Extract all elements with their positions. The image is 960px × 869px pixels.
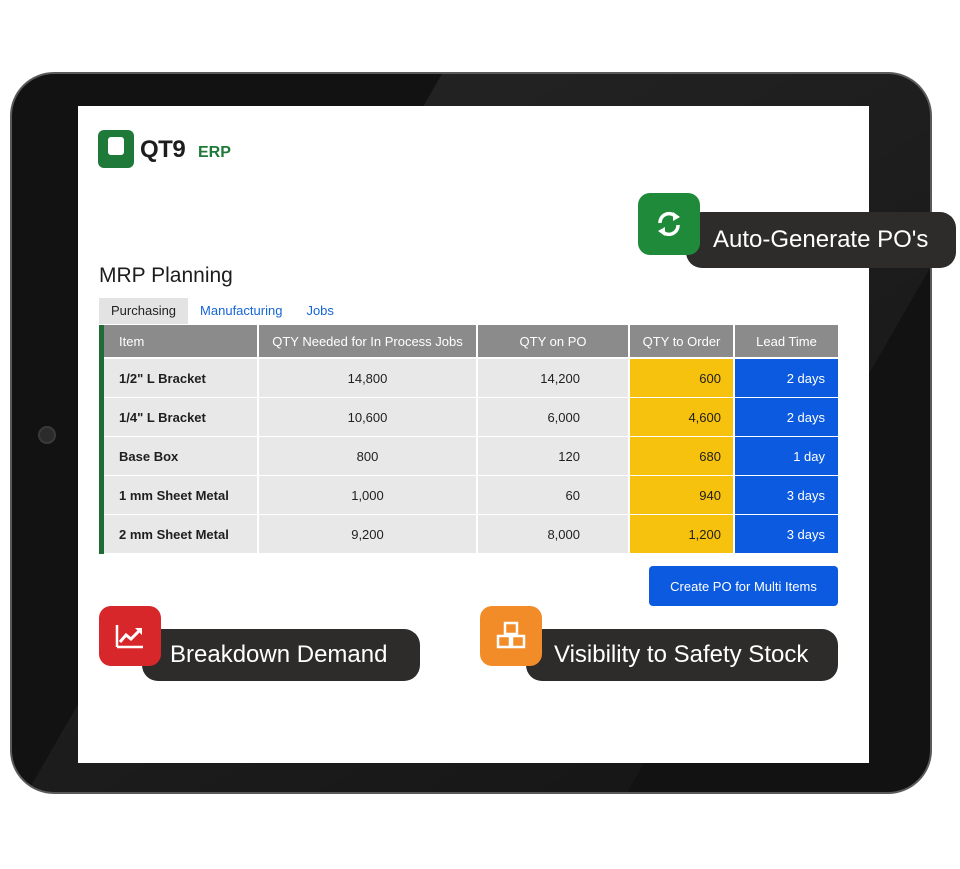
column-header-qty-on-po[interactable]: QTY on PO [478,325,628,357]
table-row[interactable]: 1 mm Sheet Metal 1,000 60 940 3 days [104,476,844,514]
cell-lead-time: 3 days [735,515,838,553]
column-header-item[interactable]: Item [104,325,257,357]
cell-qty-to-order: 4,600 [630,398,733,436]
cell-lead-time: 1 day [735,437,838,475]
cell-qty-to-order: 600 [630,359,733,397]
logo-suffix: ERP [198,144,231,161]
logo-text: QT9 [140,136,186,163]
qt9-logo-mark-icon [98,130,134,168]
cell-qty-needed: 14,800 [259,359,476,397]
cell-qty-on-po: 60 [478,476,628,514]
tab-bar: Purchasing Manufacturing Jobs [99,298,346,324]
cell-qty-on-po: 120 [478,437,628,475]
cell-qty-to-order: 1,200 [630,515,733,553]
cell-item: 2 mm Sheet Metal [104,515,257,553]
page-title: MRP Planning [99,264,233,287]
cell-qty-needed: 10,600 [259,398,476,436]
camera-lens [38,426,56,444]
breakdown-demand-callout: Breakdown Demand [142,629,420,681]
cell-qty-needed: 9,200 [259,515,476,553]
cell-lead-time: 2 days [735,359,838,397]
cell-qty-needed: 1,000 [259,476,476,514]
cell-item: 1 mm Sheet Metal [104,476,257,514]
cell-item: Base Box [104,437,257,475]
column-header-lead-time[interactable]: Lead Time [735,325,838,357]
cell-item: 1/4" L Bracket [104,398,257,436]
qt9-logo: QT9 ERP [98,130,238,172]
table-header-row: Item QTY Needed for In Process Jobs QTY … [104,325,844,357]
mrp-table: Item QTY Needed for In Process Jobs QTY … [99,325,844,554]
create-po-button[interactable]: Create PO for Multi Items [649,566,838,606]
callout-label: Breakdown Demand [170,641,388,668]
cell-qty-on-po: 8,000 [478,515,628,553]
tab-manufacturing[interactable]: Manufacturing [188,298,294,324]
safety-stock-callout: Visibility to Safety Stock [526,629,838,681]
column-header-qty-needed[interactable]: QTY Needed for In Process Jobs [259,325,476,357]
cell-qty-to-order: 680 [630,437,733,475]
cell-qty-on-po: 6,000 [478,398,628,436]
cell-qty-on-po: 14,200 [478,359,628,397]
auto-generate-po-callout: Auto-Generate PO's [686,212,956,268]
cell-lead-time: 3 days [735,476,838,514]
callout-label: Auto-Generate PO's [713,226,929,253]
column-header-qty-to-order[interactable]: QTY to Order [630,325,733,357]
table-row[interactable]: 2 mm Sheet Metal 9,200 8,000 1,200 3 day… [104,515,844,553]
table-row[interactable]: 1/4" L Bracket 10,600 6,000 4,600 2 days [104,398,844,436]
trending-chart-icon [99,606,161,666]
cell-item: 1/2" L Bracket [104,359,257,397]
tab-purchasing[interactable]: Purchasing [99,298,189,324]
cell-qty-needed: 800 [259,437,476,475]
table-row[interactable]: Base Box 800 120 680 1 day [104,437,844,475]
cell-lead-time: 2 days [735,398,838,436]
tab-jobs[interactable]: Jobs [294,298,345,324]
table-row[interactable]: 1/2" L Bracket 14,800 14,200 600 2 days [104,359,844,397]
callout-label: Visibility to Safety Stock [554,641,809,668]
cell-qty-to-order: 940 [630,476,733,514]
boxes-icon [480,606,542,666]
refresh-icon [638,193,700,255]
